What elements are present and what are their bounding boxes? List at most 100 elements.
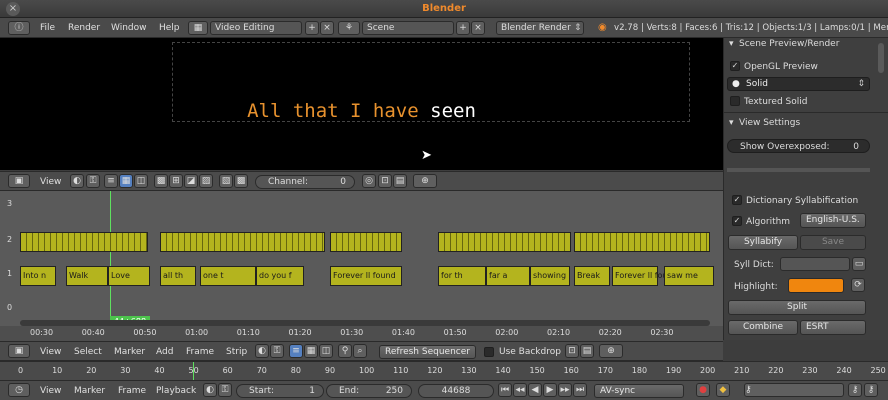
scene-selector[interactable]: Scene xyxy=(362,21,454,35)
channel-1-strip[interactable]: all th xyxy=(160,266,196,286)
view-settings-header[interactable]: View Settings xyxy=(739,118,800,128)
layout-icon[interactable]: ▦ xyxy=(188,21,208,35)
timeline-ruler[interactable]: 0 10 20 30 40 50 60 70 80 90 100 110 120 130 140 150 160… xyxy=(0,361,888,381)
channel-1-strip[interactable]: Forever ll found xyxy=(330,266,402,286)
seq-lock-icon[interactable]: ⚿ xyxy=(270,344,284,358)
channel-2-strip[interactable] xyxy=(438,232,571,252)
film-icon[interactable]: ▤ xyxy=(393,174,407,188)
dict-syllabification-checkbox[interactable]: ✓ xyxy=(732,195,742,205)
folder-icon[interactable]: ▭ xyxy=(852,257,866,271)
channel-1-strip[interactable]: one t xyxy=(200,266,256,286)
seq-sequencer-icon[interactable]: ≡ xyxy=(289,344,303,358)
channel-1-strip[interactable]: Forever ll fou xyxy=(612,266,668,286)
delete-keyframe-icon[interactable]: ⚷ xyxy=(864,383,878,397)
add-layout-icon[interactable]: + xyxy=(305,21,319,35)
tl-view-type-icon[interactable]: ◐ xyxy=(203,383,217,397)
tl-lock-icon[interactable]: ⚿ xyxy=(218,383,232,397)
play-icon[interactable]: ▶ xyxy=(543,383,557,397)
channels-icon[interactable]: ⊞ xyxy=(169,174,183,188)
combine-button[interactable]: Combine xyxy=(728,320,798,335)
add-scene-icon[interactable]: + xyxy=(456,21,470,35)
panel-scrollbar[interactable] xyxy=(878,43,884,73)
menu-help[interactable]: Help xyxy=(159,23,180,33)
play-reverse-icon[interactable]: ◀ xyxy=(528,383,542,397)
highlight-color-swatch[interactable] xyxy=(788,278,844,293)
channel-1-strip[interactable]: showing xyxy=(530,266,570,286)
menu-render[interactable]: Render xyxy=(68,23,100,33)
safe-margins-icon[interactable]: ▧ xyxy=(219,174,233,188)
zoom-icon[interactable]: ◎ xyxy=(362,174,376,188)
menu-file[interactable]: File xyxy=(40,23,55,33)
tl-marker-menu[interactable]: Marker xyxy=(74,386,105,396)
remove-scene-icon[interactable]: × xyxy=(471,21,485,35)
sequencer-timeline[interactable]: 3 2 1 0 44+688 00:3000:4000:5001:0001:10… xyxy=(0,191,723,342)
channel-1-strip[interactable]: Walk xyxy=(66,266,108,286)
remove-layout-icon[interactable]: × xyxy=(320,21,334,35)
seq-editor-type-icon[interactable]: ▣ xyxy=(8,344,30,358)
channel-1-strip[interactable]: saw me xyxy=(664,266,714,286)
horizontal-scrollbar[interactable] xyxy=(20,320,710,326)
opengl-preview-checkbox[interactable]: ✓ xyxy=(730,61,740,71)
tl-frame-menu[interactable]: Frame xyxy=(118,386,146,396)
tl-editor-type-icon[interactable]: ◷ xyxy=(8,383,30,397)
channel-2-strip[interactable] xyxy=(20,232,148,252)
syllabify-button[interactable]: Syllabify xyxy=(728,235,798,250)
sequencer-view-icon[interactable]: ≡ xyxy=(104,174,118,188)
preview-view-menu[interactable]: View xyxy=(40,177,61,187)
collapse-arrow-icon[interactable]: ▾ xyxy=(729,39,734,49)
seq-camera-icon[interactable]: ⊡ xyxy=(565,344,579,358)
seq-select-menu[interactable]: Select xyxy=(74,347,102,357)
insert-keyframe-icon[interactable]: ⚷ xyxy=(848,383,862,397)
shading-dropdown[interactable]: ● Solid ⇕ xyxy=(727,77,870,91)
display-mode-icon[interactable]: ⊕ xyxy=(413,174,437,188)
use-backdrop-checkbox[interactable] xyxy=(484,347,494,357)
lock-icon[interactable]: ⚿ xyxy=(86,174,100,188)
view-settings-arrow-icon[interactable]: ▾ xyxy=(729,118,734,128)
next-keyframe-icon[interactable]: ▸▸ xyxy=(558,383,572,397)
keying-set-icon[interactable]: ◆ xyxy=(716,383,730,397)
seq-film-icon[interactable]: ▤ xyxy=(580,344,594,358)
combine-mode-dropdown[interactable]: ESRT xyxy=(800,320,866,335)
syll-dict-field[interactable] xyxy=(780,257,850,271)
image-icon[interactable]: ▨ xyxy=(199,174,213,188)
end-frame-field[interactable]: End: 250 xyxy=(326,384,412,398)
prev-keyframe-icon[interactable]: ◂◂ xyxy=(513,383,527,397)
start-frame-field[interactable]: Start: 1 xyxy=(236,384,324,398)
seq-search-icon[interactable]: ⌕ xyxy=(353,344,367,358)
tl-view-menu[interactable]: View xyxy=(40,386,61,396)
channel-2-strip[interactable] xyxy=(574,232,710,252)
sequencer-time-ruler[interactable]: 00:30 00:40 00:50 01:00 01:10 01:20 01:30 01:40… xyxy=(0,326,723,342)
editor-type-icon[interactable]: ▣ xyxy=(8,174,30,188)
jump-end-icon[interactable]: ⏭ xyxy=(573,383,587,397)
algorithm-checkbox[interactable]: ✓ xyxy=(732,216,742,226)
show-overexposed-field[interactable]: Show Overexposed: 0 xyxy=(727,139,870,153)
seq-zoom-icon[interactable]: ⚲ xyxy=(338,344,352,358)
refresh-icon[interactable]: ⟳ xyxy=(851,278,865,292)
channel-2-strip[interactable] xyxy=(330,232,402,252)
seq-view-menu[interactable]: View xyxy=(40,347,61,357)
render-engine-selector[interactable]: Blender Render xyxy=(496,21,584,35)
channel-1-strip[interactable]: Into n xyxy=(20,266,56,286)
channel-1-strip[interactable]: Love xyxy=(108,266,150,286)
algorithm-dropdown[interactable]: English-U.S. xyxy=(800,213,866,228)
channel-1-strip[interactable]: Break xyxy=(574,266,610,286)
view-type-icon[interactable]: ◐ xyxy=(70,174,84,188)
channel-1-strip[interactable]: for th xyxy=(438,266,486,286)
channel-1-strip[interactable]: far a xyxy=(486,266,530,286)
seq-preview-icon[interactable]: ▦ xyxy=(304,344,318,358)
preview-view-icon[interactable]: ▦ xyxy=(119,174,133,188)
info-editor-icon[interactable]: ⓘ xyxy=(8,21,30,35)
menu-window[interactable]: Window xyxy=(111,23,147,33)
keying-set-field[interactable]: ⚷ xyxy=(744,383,844,397)
sequencer-preview[interactable]: All that I have seen ➤ xyxy=(0,38,723,170)
seq-frame-menu[interactable]: Frame xyxy=(186,347,214,357)
checker-icon[interactable]: ▩ xyxy=(154,174,168,188)
split-button[interactable]: Split xyxy=(728,300,866,315)
seq-display-mode-icon[interactable]: ⊕ xyxy=(599,344,623,358)
split-view-icon[interactable]: ◫ xyxy=(134,174,148,188)
save-button[interactable]: Save xyxy=(800,235,866,250)
seq-view-type-icon[interactable]: ◐ xyxy=(255,344,269,358)
record-icon[interactable]: ● xyxy=(696,383,710,397)
current-frame-field[interactable]: 44688 xyxy=(418,384,494,398)
seq-add-menu[interactable]: Add xyxy=(156,347,173,357)
